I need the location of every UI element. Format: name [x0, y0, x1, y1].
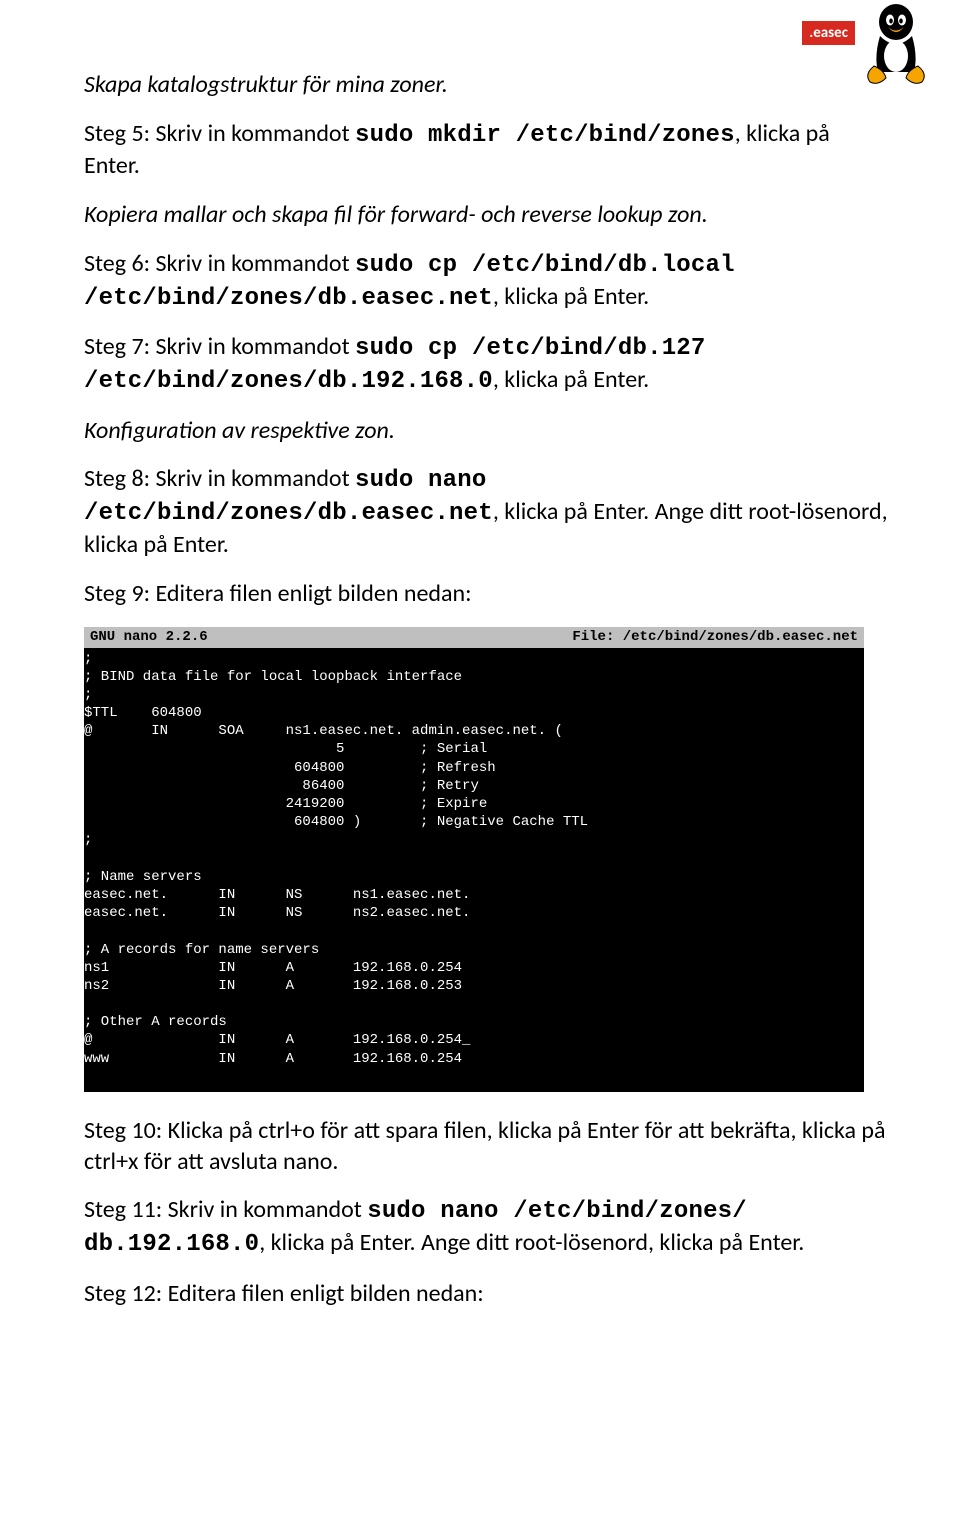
step-8: Steg 8: Skriv in kommandot sudo nano /et…	[84, 464, 888, 560]
terminal-file-label: File: /etc/bind/zones/db.easec.net	[572, 628, 858, 646]
easec-logo-label: .easec	[801, 20, 856, 46]
step-11: Steg 11: Skriv in kommandot sudo nano /e…	[84, 1195, 888, 1260]
tux-icon	[860, 0, 932, 86]
heading-3: Konfiguration av respektive zon.	[84, 416, 888, 447]
step-5-text-a: Steg 5: Skriv in kommandot	[84, 119, 355, 148]
terminal-body: ; ; BIND data file for local loopback in…	[84, 648, 864, 1068]
step-7: Steg 7: Skriv in kommandot sudo cp /etc/…	[84, 332, 888, 397]
step-8-text-a: Steg 8: Skriv in kommandot	[84, 464, 355, 493]
terminal-app-name: GNU nano 2.2.6	[90, 628, 208, 646]
step-11-text-c: , klicka på Enter. Ange ditt root-löseno…	[259, 1228, 804, 1257]
terminal-screenshot: GNU nano 2.2.6 File: /etc/bind/zones/db.…	[84, 627, 864, 1092]
step-5-command: sudo mkdir /etc/bind/zones	[355, 122, 735, 149]
step-6-text-a: Steg 6: Skriv in kommandot	[84, 249, 355, 278]
step-9: Steg 9: Editera filen enligt bilden neda…	[84, 579, 888, 610]
step-7-text-a: Steg 7: Skriv in kommandot	[84, 332, 355, 361]
heading-2: Kopiera mallar och skapa fil för forward…	[84, 200, 888, 231]
terminal-header: GNU nano 2.2.6 File: /etc/bind/zones/db.…	[84, 627, 864, 647]
logo-area: .easec	[801, 0, 932, 86]
step-5: Steg 5: Skriv in kommandot sudo mkdir /e…	[84, 119, 888, 182]
step-11-text-a: Steg 11: Skriv in kommandot	[84, 1195, 367, 1224]
step-7-text-c: , klicka på Enter.	[493, 365, 649, 394]
step-10: Steg 10: Klicka på ctrl+o för att spara …	[84, 1116, 888, 1177]
heading-1: Skapa katalogstruktur för mina zoner.	[84, 70, 888, 101]
step-6-text-c: , klicka på Enter.	[493, 282, 649, 311]
step-12: Steg 12: Editera filen enligt bilden ned…	[84, 1279, 888, 1310]
step-6: Steg 6: Skriv in kommandot sudo cp /etc/…	[84, 249, 888, 314]
